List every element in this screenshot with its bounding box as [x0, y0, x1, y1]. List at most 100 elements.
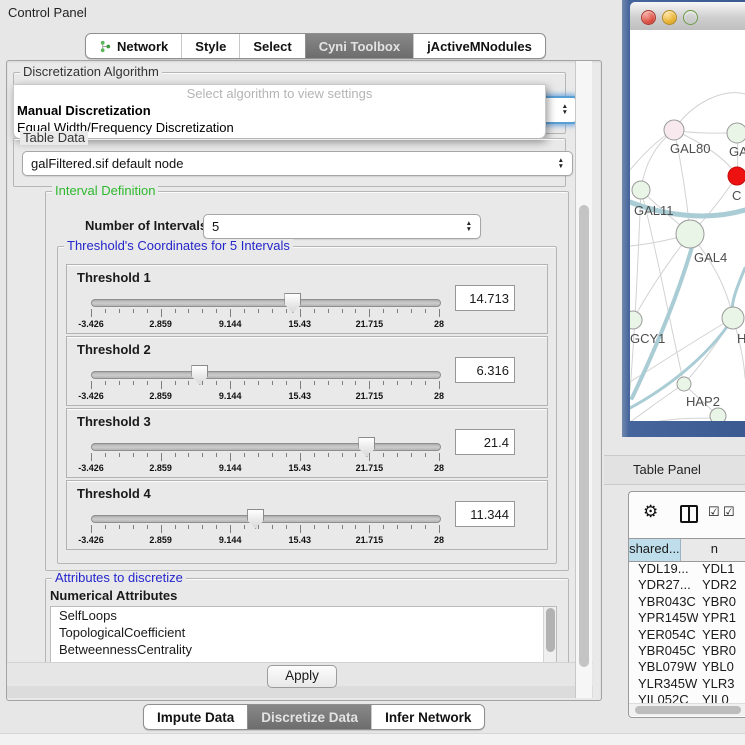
network-edge[interactable]	[630, 418, 718, 421]
tab-discretize-data[interactable]: Discretize Data	[247, 705, 371, 729]
network-node-hap2[interactable]	[677, 377, 691, 391]
tick-mark	[397, 309, 398, 313]
table-row[interactable]: YIL052CYIL0	[629, 692, 745, 703]
checkbox-icon[interactable]: ☑	[708, 504, 720, 520]
algorithm-option[interactable]: Manual Discretization	[14, 102, 545, 119]
tab-cyni-toolbox[interactable]: Cyni Toolbox	[305, 34, 413, 58]
tick-mark	[119, 453, 120, 457]
table-row[interactable]: YDL19...YDL1	[629, 561, 745, 577]
apply-button[interactable]: Apply	[267, 665, 337, 688]
numerical-attributes-list[interactable]: SelfLoopsTopologicalCoefficientBetweenne…	[50, 606, 557, 666]
tick-mark	[286, 309, 287, 313]
tick-mark	[425, 381, 426, 385]
column-header[interactable]: shared...	[629, 539, 681, 561]
minimize-traffic-light-icon[interactable]	[662, 10, 677, 25]
slider-track[interactable]	[91, 371, 441, 379]
node-label: C	[732, 188, 741, 203]
network-node-h[interactable]	[722, 307, 744, 329]
tick-mark	[314, 453, 315, 457]
node-label: GAL80	[670, 141, 710, 156]
tab-label: Network	[117, 39, 168, 54]
network-node-c[interactable]	[728, 167, 745, 185]
table-row[interactable]: YBR045CYBR0	[629, 643, 745, 659]
tick-mark	[411, 453, 412, 457]
list-scrollbar[interactable]	[543, 607, 556, 665]
threshold-value-field[interactable]: 21.4	[455, 429, 515, 455]
threshold-label: Threshold 4	[77, 486, 151, 501]
tick-mark	[188, 381, 189, 385]
list-item[interactable]: BetweennessCentrality	[51, 641, 556, 658]
tab-style[interactable]: Style	[181, 34, 239, 58]
close-traffic-light-icon[interactable]	[641, 10, 656, 25]
tab-jactivemnodules[interactable]: jActiveMNodules	[413, 34, 545, 58]
network-node-gcy1[interactable]	[630, 311, 642, 329]
bottom-tab-bar: Impute Data Discretize Data Infer Network	[143, 704, 485, 730]
network-canvas[interactable]: GAL80GACGAL11GAL4GCY1HHAP2	[630, 30, 745, 421]
tick-mark	[355, 525, 356, 529]
table-row[interactable]: YBR043CYBR0	[629, 594, 745, 610]
algorithm-option[interactable]: Equal Width/Frequency Discretization	[14, 119, 545, 136]
panel-scrollbar[interactable]	[575, 61, 592, 698]
tab-network[interactable]: Network	[86, 34, 181, 58]
threshold-value-field[interactable]: 14.713	[455, 285, 515, 311]
tick-mark	[175, 381, 176, 385]
tab-impute-data[interactable]: Impute Data	[144, 705, 247, 729]
tick-mark	[175, 309, 176, 313]
threshold-value-field[interactable]: 11.344	[455, 501, 515, 527]
table-row[interactable]: YBL079WYBL0	[629, 659, 745, 675]
network-graph: GAL80GACGAL11GAL4GCY1HHAP2	[630, 30, 745, 421]
tab-infer-network[interactable]: Infer Network	[371, 705, 484, 729]
tick-mark	[216, 309, 217, 313]
slider-track[interactable]	[91, 299, 441, 307]
column-header[interactable]: n	[681, 539, 745, 561]
tick-mark	[425, 309, 426, 313]
table-panel-titlebar: Table Panel	[604, 455, 745, 485]
network-window-titlebar[interactable]	[630, 2, 745, 31]
slider-track[interactable]	[91, 515, 441, 523]
cell: YBL079W	[629, 659, 698, 675]
tab-select[interactable]: Select	[239, 34, 304, 58]
network-node-gal4[interactable]	[676, 220, 704, 248]
tick-label: 15.43	[289, 391, 312, 401]
network-node[interactable]	[710, 408, 726, 421]
tick-mark	[439, 525, 440, 533]
list-scrollbar-thumb[interactable]	[546, 608, 555, 652]
tick-mark	[328, 453, 329, 457]
cell: YIL052C	[629, 692, 698, 703]
slider-track[interactable]	[91, 443, 441, 451]
panel-scrollbar-thumb[interactable]	[579, 205, 589, 667]
network-edge[interactable]	[630, 190, 641, 390]
checkbox-icon[interactable]: ☑	[723, 504, 735, 520]
list-item[interactable]: SelfLoops	[51, 607, 556, 624]
tick-mark	[91, 525, 92, 533]
tick-mark	[286, 525, 287, 529]
tab-label: Discretize Data	[261, 710, 358, 725]
table-row[interactable]: YDR27...YDR2	[629, 577, 745, 593]
tick-label: 28	[434, 535, 444, 545]
slider-ticks	[91, 525, 439, 534]
network-node-gal11[interactable]	[632, 181, 650, 199]
table-row[interactable]: YER054CYER0	[629, 627, 745, 643]
network-node-gal80[interactable]	[664, 120, 684, 140]
tick-mark	[328, 381, 329, 385]
gear-icon[interactable]: ⚙	[643, 502, 658, 522]
threshold-panel: Threshold 4-3.4262.8599.14415.4321.71528…	[66, 480, 548, 550]
attribute-items: SelfLoopsTopologicalCoefficientBetweenne…	[51, 607, 556, 658]
threshold-value-field[interactable]: 6.316	[455, 357, 515, 383]
table-row[interactable]: YPR145WYPR1	[629, 610, 745, 626]
table-data-combo[interactable]: galFiltered.sif default node ▲▼	[22, 151, 573, 176]
table-row[interactable]: YLR345WYLR3	[629, 676, 745, 692]
table-hscrollbar-thumb[interactable]	[635, 706, 741, 714]
slider-ticks	[91, 309, 439, 318]
tick-mark	[425, 525, 426, 529]
panel-title: Control Panel	[8, 5, 87, 20]
list-item[interactable]: TopologicalCoefficient	[51, 624, 556, 641]
tick-mark	[91, 381, 92, 389]
network-node-ga[interactable]	[727, 123, 745, 143]
table-hscrollbar[interactable]	[629, 703, 745, 716]
tick-label: 2.859	[149, 535, 172, 545]
tick-mark	[188, 525, 189, 529]
zoom-traffic-light-icon[interactable]	[683, 10, 698, 25]
columns-icon[interactable]	[680, 505, 698, 523]
number-of-intervals-combo[interactable]: 5 ▲▼	[203, 214, 481, 239]
